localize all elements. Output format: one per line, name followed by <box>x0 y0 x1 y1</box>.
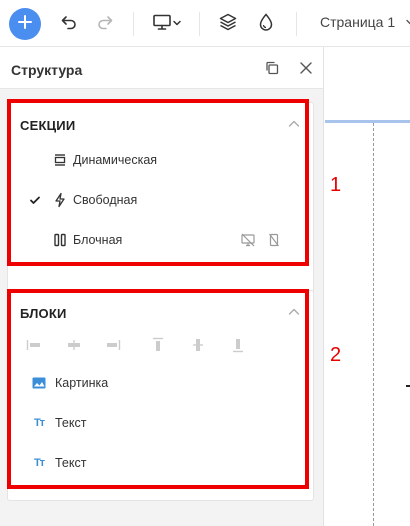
toolbar-divider <box>199 12 200 36</box>
plus-icon <box>18 14 32 34</box>
chevron-down-icon <box>172 15 182 33</box>
chevron-down-icon <box>405 14 410 30</box>
highlight-box-sections <box>7 99 309 266</box>
panel-title: Структура <box>11 62 83 78</box>
annotation-number-2: 2 <box>330 344 342 366</box>
canvas-marker <box>406 385 410 387</box>
page-select-label: Страница 1 <box>320 14 396 30</box>
undo-icon <box>60 13 78 36</box>
device-switcher[interactable] <box>149 12 185 36</box>
layers-icon <box>218 12 238 37</box>
section-top-border <box>325 120 410 123</box>
highlight-box-blocks <box>7 289 309 489</box>
redo-button[interactable] <box>93 12 117 36</box>
toolbar-divider <box>133 12 134 36</box>
detach-panel-icon[interactable] <box>264 60 280 76</box>
desktop-icon <box>152 13 172 36</box>
theme-button[interactable] <box>254 12 278 36</box>
layers-button[interactable] <box>216 12 240 36</box>
guide-line <box>373 123 374 526</box>
editor-canvas[interactable] <box>325 47 410 526</box>
top-toolbar: Страница 1 <box>0 0 410 47</box>
toolbar-divider <box>296 12 297 36</box>
annotation-number-1: 1 <box>330 174 342 196</box>
close-icon[interactable] <box>298 60 314 76</box>
add-button[interactable] <box>9 8 41 40</box>
drop-icon <box>257 12 275 37</box>
panel-header: Структура <box>0 47 323 89</box>
undo-button[interactable] <box>57 12 81 36</box>
redo-icon <box>96 13 114 36</box>
page-select[interactable]: Страница 1 <box>320 14 410 30</box>
